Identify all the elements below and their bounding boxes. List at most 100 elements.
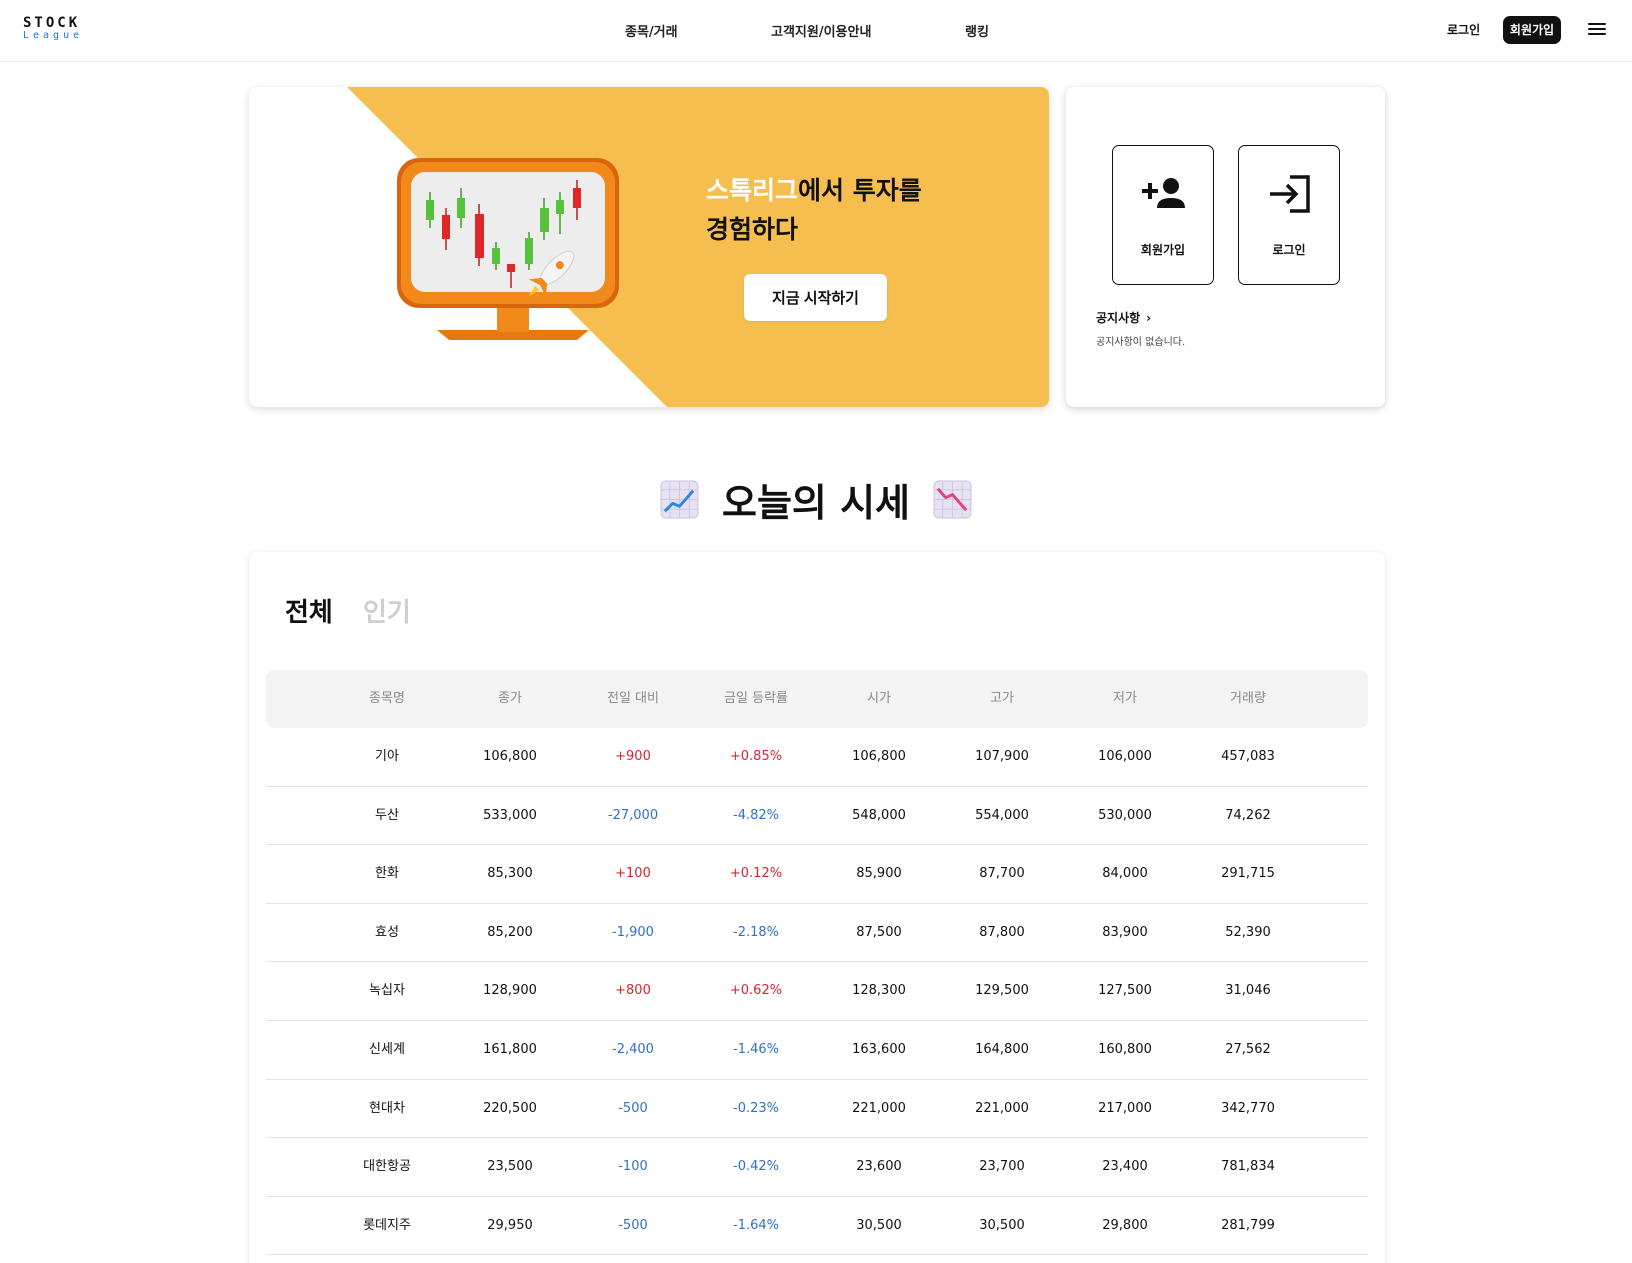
market-section-heading: 오늘의 시세 (0, 472, 1632, 526)
cell-volume: 457,083 (1221, 749, 1275, 764)
table-row[interactable]: 롯데지주 29,950 -500 -1.64% 30,500 30,500 29… (266, 1197, 1368, 1256)
cell-close: 23,500 (487, 1159, 533, 1175)
table-row[interactable]: 현대차 220,500 -500 -0.23% 221,000 221,000 … (266, 1080, 1368, 1139)
cell-high: 23,700 (979, 1159, 1025, 1175)
table-header: 종목명 종가 전일 대비 금일 등락률 시가 고가 저가 거래량 (266, 670, 1368, 728)
cell-change: -2,400 (612, 1041, 654, 1057)
quick-signup-button[interactable]: 회원가입 (1112, 145, 1214, 285)
col-header-low: 저가 (1113, 691, 1137, 706)
table-row[interactable]: 기아 106,800 +900 +0.85% 106,800 107,900 1… (266, 728, 1368, 787)
cell-high: 129,500 (975, 983, 1029, 999)
cell-close: 533,000 (483, 807, 537, 823)
col-header-name: 종목명 (369, 691, 405, 706)
table-body: 기아 106,800 +900 +0.85% 106,800 107,900 1… (266, 728, 1368, 1256)
cell-close: 85,300 (487, 866, 533, 882)
cell-low: 29,800 (1102, 1217, 1148, 1233)
quick-login-button[interactable]: 로그인 (1238, 145, 1340, 285)
nav-support-guide[interactable]: 고객지원/이용안내 (771, 21, 871, 40)
cell-low: 23,400 (1102, 1159, 1148, 1175)
cell-rate: -1.64% (733, 1217, 779, 1233)
table-row[interactable]: 두산 533,000 -27,000 -4.82% 548,000 554,00… (266, 787, 1368, 846)
start-now-button[interactable]: 지금 시작하기 (744, 274, 887, 321)
cell-volume: 27,562 (1225, 1041, 1271, 1057)
hamburger-menu-icon[interactable] (1588, 23, 1606, 37)
logo-sub-text: League (23, 30, 84, 41)
notice-empty-text: 공지사항이 없습니다. (1096, 337, 1186, 348)
cell-rate: -0.42% (733, 1159, 779, 1175)
table-row[interactable]: 대한항공 23,500 -100 -0.42% 23,600 23,700 23… (266, 1138, 1368, 1197)
cell-close: 161,800 (483, 1041, 537, 1057)
cell-name: 녹십자 (369, 983, 405, 999)
table-row[interactable]: 효성 85,200 -1,900 -2.18% 87,500 87,800 83… (266, 904, 1368, 963)
cell-rate: +0.85% (729, 749, 783, 764)
header-signup-button[interactable]: 회원가입 (1503, 16, 1561, 44)
cell-low: 160,800 (1098, 1041, 1152, 1057)
table-row[interactable]: 신세계 161,800 -2,400 -1.46% 163,600 164,80… (266, 1021, 1368, 1080)
tab-popular[interactable]: 인기 (363, 592, 411, 629)
top-header: STOCK League 종목/거래 고객지원/이용안내 랭킹 로그인 회원가입 (0, 0, 1632, 62)
col-header-change: 전일 대비 (607, 691, 659, 706)
monitor-candlestick-rocket-illustration (397, 158, 619, 340)
cell-low: 127,500 (1098, 983, 1152, 999)
nav-stocks-trading[interactable]: 종목/거래 (625, 21, 678, 40)
banner-title-highlight: 스톡리그 (706, 176, 799, 205)
cell-name: 롯데지주 (363, 1217, 411, 1233)
cell-close: 220,500 (483, 1100, 537, 1116)
cell-high: 164,800 (975, 1041, 1029, 1057)
cell-close: 29,950 (487, 1217, 533, 1233)
notice-link[interactable]: 공지사항 › (1096, 309, 1151, 326)
header-login-link[interactable]: 로그인 (1447, 21, 1480, 38)
cell-low: 84,000 (1102, 866, 1148, 882)
market-table-card: 전체 인기 종목명 종가 전일 대비 금일 등락률 시가 고가 저가 거래량 기… (249, 552, 1385, 1263)
cell-rate: -4.82% (733, 807, 779, 823)
person-add-icon (1142, 178, 1185, 208)
cell-change: +900 (615, 749, 651, 764)
cell-rate: +0.62% (729, 983, 783, 999)
chart-increasing-icon (660, 480, 699, 519)
table-row[interactable]: 한화 85,300 +100 +0.12% 85,900 87,700 84,0… (266, 845, 1368, 904)
cell-high: 107,900 (975, 749, 1029, 764)
cell-name: 한화 (375, 866, 399, 882)
cell-volume: 781,834 (1221, 1159, 1275, 1175)
login-arrow-icon (1270, 175, 1310, 213)
tab-all[interactable]: 전체 (285, 592, 333, 629)
cell-high: 87,700 (979, 866, 1025, 882)
cell-change: -1,900 (612, 924, 654, 940)
banner-title: 스톡리그에서 투자를 경험하다 (706, 171, 922, 249)
cell-name: 현대차 (369, 1100, 405, 1116)
cell-high: 30,500 (979, 1217, 1025, 1233)
cell-change: +100 (615, 866, 651, 882)
cell-rate: +0.12% (729, 866, 783, 882)
cell-high: 554,000 (975, 807, 1029, 823)
market-title: 오늘의 시세 (721, 481, 911, 525)
cell-rate: -0.23% (733, 1100, 779, 1116)
cell-open: 128,300 (852, 983, 906, 999)
banner-title-line2: 경험하다 (706, 215, 799, 244)
cell-low: 217,000 (1098, 1100, 1152, 1116)
cell-name: 효성 (375, 924, 399, 940)
col-header-open: 시가 (867, 691, 891, 706)
notice-title: 공지사항 (1096, 311, 1141, 325)
quick-signup-label: 회원가입 (1140, 243, 1186, 257)
logo-main-text: STOCK (23, 15, 81, 31)
cell-open: 30,500 (856, 1217, 902, 1233)
cell-low: 106,000 (1098, 749, 1152, 764)
account-quick-card: 회원가입 로그인 공지사항 › 공지사항이 없습니다. (1066, 87, 1385, 407)
cell-close: 106,800 (483, 749, 537, 764)
cell-low: 83,900 (1102, 924, 1148, 940)
cell-open: 163,600 (852, 1041, 906, 1057)
cell-close: 128,900 (483, 983, 537, 999)
cell-close: 85,200 (487, 924, 533, 940)
cell-open: 106,800 (852, 749, 906, 764)
cell-open: 23,600 (856, 1159, 902, 1175)
cell-name: 기아 (375, 749, 399, 764)
chevron-right-icon: › (1146, 311, 1152, 325)
table-row[interactable]: 녹십자 128,900 +800 +0.62% 128,300 129,500 … (266, 962, 1368, 1021)
quick-login-label: 로그인 (1272, 243, 1306, 257)
stock-league-logo[interactable]: STOCK League (23, 16, 83, 41)
cell-name: 대한항공 (363, 1159, 411, 1175)
cell-change: -27,000 (607, 807, 659, 823)
cell-volume: 74,262 (1225, 807, 1271, 823)
nav-ranking[interactable]: 랭킹 (965, 21, 989, 40)
cell-open: 548,000 (852, 807, 906, 823)
